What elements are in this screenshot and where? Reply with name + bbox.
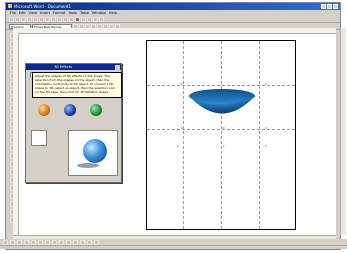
selection-handle-icon[interactable]: ▾ bbox=[265, 127, 268, 130]
selection-handle-icon[interactable]: ▾ bbox=[181, 127, 184, 130]
3d-bowl-shape[interactable] bbox=[187, 87, 257, 123]
help-icon[interactable] bbox=[99, 16, 104, 22]
window-controls bbox=[321, 4, 338, 9]
status-bar bbox=[0, 245, 347, 249]
selection-handle-icon[interactable]: ▾ bbox=[181, 83, 184, 86]
undo-icon[interactable] bbox=[63, 16, 68, 22]
shadow-icon[interactable] bbox=[87, 239, 92, 245]
panel-close-icon[interactable] bbox=[115, 64, 120, 70]
tooltip-text: Adjust the shapes of 3D effects on the s… bbox=[35, 74, 115, 94]
selection-handle-icon[interactable]: ▾ bbox=[265, 83, 268, 86]
autoshapes-icon[interactable] bbox=[17, 239, 22, 245]
window-title: Microsoft Word - Document1 bbox=[14, 4, 72, 9]
oval-icon[interactable] bbox=[45, 239, 50, 245]
print-icon[interactable] bbox=[27, 16, 32, 22]
redo-icon[interactable] bbox=[69, 16, 74, 22]
app-icon bbox=[8, 4, 12, 8]
selection-handle-icon[interactable]: ▾ bbox=[265, 145, 268, 148]
maximize-button[interactable] bbox=[327, 4, 332, 9]
vertical-scrollbar[interactable] bbox=[340, 28, 346, 235]
guide-vertical-3 bbox=[259, 41, 260, 229]
swatch-green[interactable] bbox=[90, 104, 102, 116]
selection-handle-icon[interactable]: ▾ bbox=[223, 127, 226, 130]
guide-horizontal-1 bbox=[147, 85, 295, 86]
spell-icon[interactable] bbox=[39, 16, 44, 22]
3d-icon[interactable] bbox=[94, 239, 99, 245]
drawing-icon[interactable] bbox=[87, 16, 92, 22]
preview-thumbnail[interactable] bbox=[31, 130, 47, 146]
swatch-orange[interactable] bbox=[38, 104, 50, 116]
font-color-icon[interactable] bbox=[80, 239, 85, 245]
guide-vertical-1 bbox=[183, 41, 184, 229]
copy-icon[interactable] bbox=[51, 16, 56, 22]
panel-title: 3D Effects bbox=[54, 64, 72, 69]
panel-title-bar[interactable]: 3D Effects bbox=[26, 64, 121, 70]
horizontal-ruler bbox=[13, 28, 336, 34]
preview-shadow bbox=[77, 163, 99, 168]
line-icon[interactable] bbox=[24, 239, 29, 245]
new-icon[interactable] bbox=[9, 16, 14, 22]
swatch-blue[interactable] bbox=[64, 104, 76, 116]
zoom-icon[interactable] bbox=[93, 16, 98, 22]
minimize-button[interactable] bbox=[321, 4, 326, 9]
draw-menu-icon[interactable] bbox=[3, 239, 8, 245]
title-bar: Microsoft Word - Document1 bbox=[6, 3, 340, 10]
standard-toolbar bbox=[6, 16, 340, 23]
preview-sphere bbox=[83, 139, 107, 163]
open-icon[interactable] bbox=[15, 16, 20, 22]
save-icon[interactable] bbox=[21, 16, 26, 22]
select-objects-icon[interactable] bbox=[10, 239, 15, 245]
3d-preview bbox=[68, 130, 118, 176]
selection-handle-icon[interactable]: ▾ bbox=[177, 145, 180, 148]
close-button[interactable] bbox=[333, 4, 338, 9]
preview-icon[interactable] bbox=[33, 16, 38, 22]
paste-icon[interactable] bbox=[57, 16, 62, 22]
fill-color-icon[interactable] bbox=[66, 239, 71, 245]
vertical-ruler bbox=[13, 33, 19, 235]
table-icon[interactable] bbox=[75, 16, 80, 22]
document-page[interactable]: ▾ ▾ ▾ ▾ ▾ ▾ ▾ ▾ bbox=[146, 40, 296, 230]
tooltip: Adjust the shapes of 3D effects on the s… bbox=[32, 72, 122, 98]
cut-icon[interactable] bbox=[45, 16, 50, 22]
columns-icon[interactable] bbox=[81, 16, 86, 22]
arrow-icon[interactable] bbox=[31, 239, 36, 245]
guide-horizontal-2 bbox=[147, 129, 295, 130]
textbox-icon[interactable] bbox=[52, 239, 57, 245]
wordart-icon[interactable] bbox=[59, 239, 64, 245]
guide-vertical-2 bbox=[221, 41, 222, 229]
rectangle-icon[interactable] bbox=[38, 239, 43, 245]
selection-handle-icon[interactable]: ▾ bbox=[223, 145, 226, 148]
line-color-icon[interactable] bbox=[73, 239, 78, 245]
